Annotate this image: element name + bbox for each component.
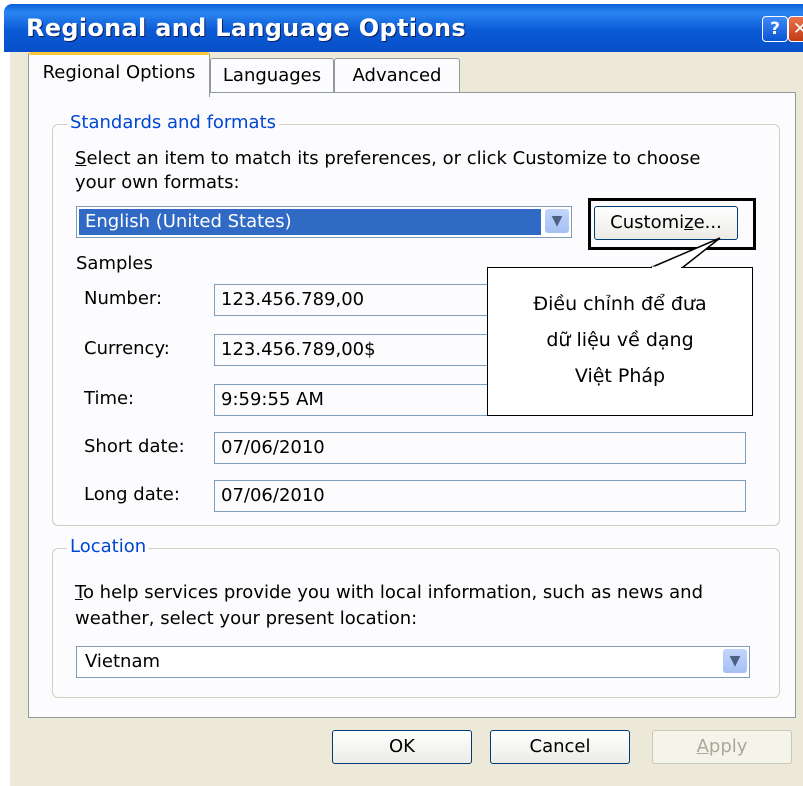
standards-description: Select an item to match its preferences,… — [75, 148, 701, 169]
tab-label: Regional Options — [42, 62, 196, 83]
cancel-button[interactable]: Cancel — [490, 730, 630, 764]
location-select[interactable]: Vietnam ▼ — [76, 646, 750, 678]
format-select-value: English (United States) — [79, 209, 541, 235]
sample-label-short-date: Short date: — [84, 436, 185, 457]
sample-short-date: 07/06/2010 — [214, 432, 746, 464]
title-bar[interactable]: Regional and Language Options ? ✕ — [4, 4, 803, 52]
tab-regional-options[interactable]: Regional Options — [28, 52, 210, 97]
chevron-down-icon[interactable]: ▼ — [545, 209, 569, 233]
location-description: To help services provide you with local … — [75, 582, 704, 603]
callout-line1: Điều chỉnh để đưa — [533, 293, 707, 315]
location-select-value: Vietnam — [85, 651, 161, 672]
tab-advanced[interactable]: Advanced — [334, 58, 460, 93]
samples-label: Samples — [76, 253, 153, 274]
close-icon[interactable]: ✕ — [788, 16, 803, 42]
sample-long-date: 07/06/2010 — [214, 480, 746, 512]
tab-label: Advanced — [352, 65, 442, 86]
tab-languages[interactable]: Languages — [210, 58, 334, 93]
format-select[interactable]: English (United States) ▼ — [76, 206, 572, 238]
location-legend: Location — [67, 536, 150, 557]
dialog-client-area: Regional Options Languages Advanced Stan… — [10, 52, 803, 786]
sample-label-time: Time: — [84, 388, 135, 409]
sample-label-currency: Currency: — [84, 338, 170, 359]
callout-line2: dữ liệu về dạng — [546, 329, 694, 351]
tab-label: Languages — [222, 65, 322, 86]
location-description-line2: weather, select your present location: — [75, 608, 418, 629]
chevron-down-icon[interactable]: ▼ — [723, 649, 747, 673]
callout-annotation: Điều chỉnh để đưa dữ liệu về dạng Việt P… — [487, 267, 753, 416]
sample-label-long-date: Long date: — [84, 484, 180, 505]
window-title: Regional and Language Options — [26, 14, 467, 42]
ok-button[interactable]: OK — [332, 730, 472, 764]
customize-highlight-box — [588, 198, 756, 250]
apply-button[interactable]: Apply — [652, 730, 792, 764]
callout-line3: Việt Pháp — [574, 365, 666, 387]
help-icon[interactable]: ? — [762, 16, 788, 42]
standards-legend: Standards and formats — [67, 112, 280, 133]
standards-description-line2: your own formats: — [75, 172, 240, 193]
sample-label-number: Number: — [84, 288, 163, 309]
